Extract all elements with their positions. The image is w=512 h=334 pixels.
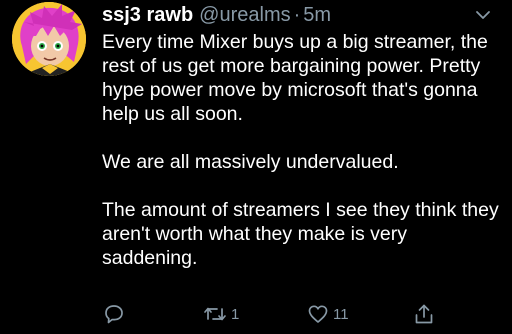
user-handle[interactable]: @urealms (199, 3, 290, 27)
reply-icon (102, 302, 126, 326)
separator-dot: · (293, 4, 301, 26)
display-name[interactable]: ssj3 rawb (102, 3, 193, 27)
retweet-count: 1 (231, 305, 240, 323)
tweet-paragraph: Every time Mixer buys up a big streamer,… (102, 31, 488, 125)
chevron-down-icon[interactable] (472, 4, 494, 26)
like-button[interactable]: 11 (306, 300, 349, 328)
avatar-illustration (12, 2, 86, 76)
share-button[interactable] (412, 300, 436, 328)
heart-icon (306, 302, 330, 326)
tweet-header: ssj3 rawb @urealms · 5m (102, 2, 512, 28)
reply-button[interactable] (102, 300, 126, 328)
tweet-actions: 1 11 (102, 300, 502, 328)
share-icon (412, 302, 436, 326)
tweet-text: Every time Mixer buys up a big streamer,… (102, 30, 506, 270)
tweet-paragraph: We are all massively undervalued. (102, 151, 399, 173)
like-count: 11 (333, 305, 349, 323)
timestamp[interactable]: 5m (303, 3, 331, 27)
tweet-paragraph: The amount of streamers I see they think… (102, 199, 499, 269)
avatar[interactable] (12, 2, 86, 76)
retweet-button[interactable]: 1 (202, 300, 239, 328)
retweet-icon (202, 302, 228, 326)
